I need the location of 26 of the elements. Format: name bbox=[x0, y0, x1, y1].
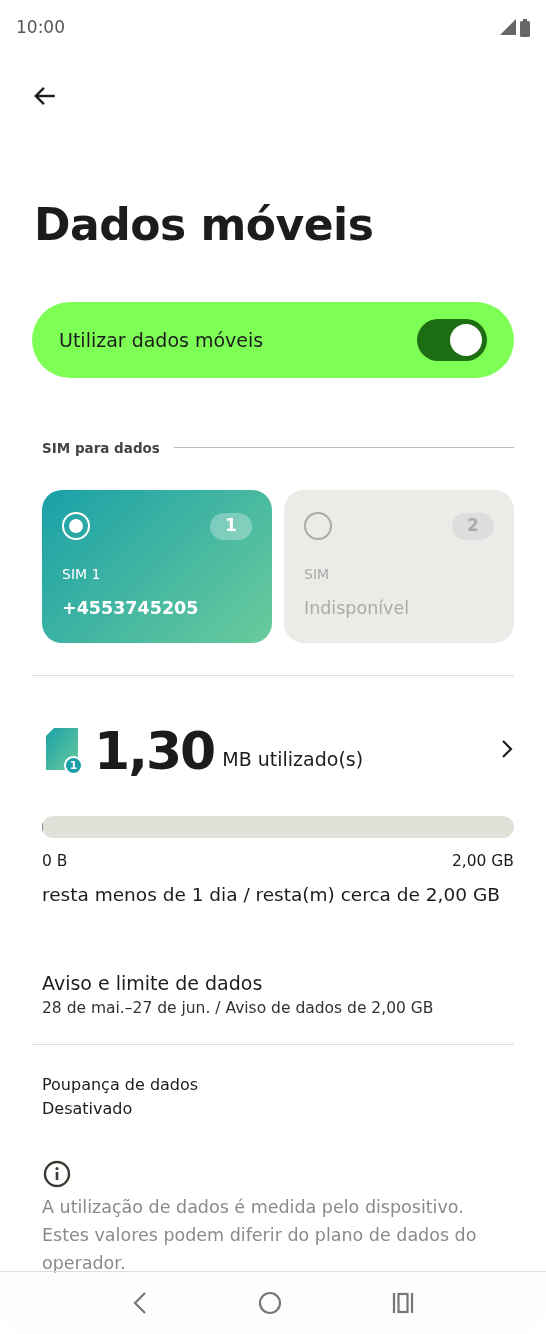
radio-button[interactable] bbox=[304, 512, 332, 541]
back-nav-icon[interactable] bbox=[132, 1291, 148, 1315]
min-label: 0 B bbox=[42, 851, 68, 873]
sim-number: +4553745205 bbox=[62, 597, 200, 621]
max-label: 2,00 GB bbox=[451, 851, 514, 873]
section-header: SIM para dados bbox=[42, 438, 160, 458]
usage-unit: MB utilizado(s) bbox=[222, 746, 364, 772]
home-nav-icon[interactable] bbox=[258, 1291, 282, 1315]
toggle-label: Utilizar dados móveis bbox=[59, 327, 264, 353]
clock-time: 10:00 bbox=[16, 15, 65, 39]
remaining-text: resta menos de 1 dia / resta(m) cerca de 2,00 GB bbox=[42, 883, 501, 908]
info-icon bbox=[42, 1159, 72, 1190]
sim-badge-number: 1 bbox=[64, 756, 83, 776]
sim-label: SIM bbox=[304, 565, 331, 585]
info-note: A utilização de dados é medida pelo dispositivo. Estes valores podem diferir do plano de dados do operador. bbox=[42, 1196, 478, 1276]
signal-icon bbox=[500, 18, 516, 35]
page-title: Dados móveis bbox=[34, 199, 375, 252]
settings-item[interactable]: Aviso e limite de dados 28 de mai.–27 de jun. / Aviso de dados de 2,00 GB bbox=[42, 968, 514, 1021]
toggle-switch[interactable] bbox=[417, 318, 487, 361]
recents-nav-icon[interactable] bbox=[392, 1292, 414, 1314]
settings-item[interactable]: Poupança de dados Desativado bbox=[42, 1073, 514, 1122]
battery-icon bbox=[520, 18, 530, 37]
sim-label: SIM 1 bbox=[62, 565, 102, 585]
sim-number: Indisponível bbox=[304, 597, 411, 621]
sim-slot-number: 1 bbox=[210, 512, 252, 540]
usage-amount: 1,30 bbox=[94, 725, 215, 778]
